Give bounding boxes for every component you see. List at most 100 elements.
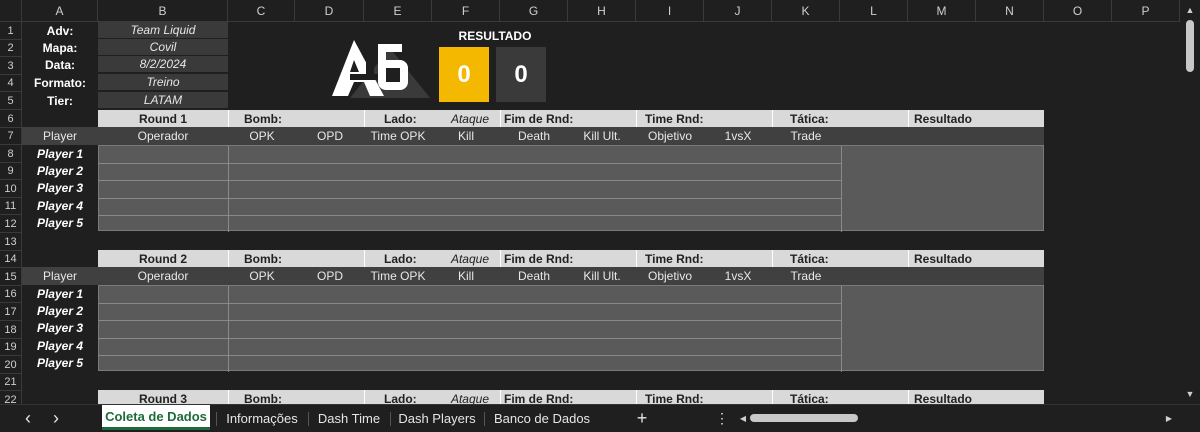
row-header-4[interactable]: 4	[0, 75, 22, 92]
row-line	[99, 303, 841, 304]
info-value-tier[interactable]: LATAM	[98, 92, 228, 109]
round-data-block[interactable]	[98, 145, 1044, 232]
column-header-m[interactable]: M	[908, 0, 976, 22]
vertical-scroll-thumb[interactable]	[1186, 20, 1194, 72]
more-tabs-icon[interactable]: ⋮	[712, 405, 732, 432]
add-sheet-button[interactable]: +	[630, 405, 654, 432]
round-data-block[interactable]	[98, 285, 1044, 372]
tab-dash-players[interactable]: Dash Players	[394, 405, 480, 432]
scroll-right-icon[interactable]: ▶	[1164, 413, 1174, 423]
tab-banco-de-dados[interactable]: Banco de Dados	[488, 405, 596, 432]
info-value-data[interactable]: 8/2/2024	[98, 56, 228, 73]
row-header-5[interactable]: 5	[0, 92, 22, 110]
tab-divider	[216, 412, 217, 426]
info-value-formato[interactable]: Treino	[98, 74, 228, 91]
scroll-down-icon[interactable]: ▼	[1185, 388, 1195, 400]
scroll-up-icon[interactable]: ▲	[1185, 4, 1195, 16]
score-left[interactable]: 0	[439, 47, 489, 102]
column-label-kill: Kill	[457, 129, 474, 143]
column-header-h[interactable]: H	[568, 0, 636, 22]
column-header-g[interactable]: G	[500, 0, 568, 22]
row-header-18[interactable]: 18	[0, 321, 22, 339]
row-header-1[interactable]: 1	[0, 22, 22, 40]
row-header-19[interactable]: 19	[0, 339, 22, 356]
header-divider	[908, 250, 909, 268]
column-label-kill-ult-: Kill Ult.	[583, 129, 621, 143]
info-label-formato: Formato:	[34, 75, 86, 90]
info-label-tier: Tier:	[47, 93, 73, 108]
tab-next-icon[interactable]: ›	[46, 405, 66, 432]
column-header-l[interactable]: L	[840, 0, 908, 22]
tab-coleta-de-dados[interactable]: Coleta de Dados	[102, 405, 210, 430]
r6-logo	[330, 38, 440, 100]
column-header-a[interactable]: A	[22, 0, 98, 22]
fim-de-rnd-label: Fim de Rnd:	[504, 252, 574, 266]
row-header-15[interactable]: 15	[0, 268, 22, 286]
column-label-trade: Trade	[790, 269, 822, 283]
column-label-player: Player	[42, 129, 77, 143]
tatica-label: Tática:	[790, 112, 829, 126]
tab-divider	[390, 412, 391, 426]
column-header-f[interactable]: F	[432, 0, 500, 22]
tab-dash-time[interactable]: Dash Time	[312, 405, 386, 432]
resultado-label: Resultado	[914, 112, 973, 126]
lado-label: Lado:	[384, 252, 417, 266]
column-header-e[interactable]: E	[364, 0, 432, 22]
row-header-21[interactable]: 21	[0, 374, 22, 391]
column-label-objetivo: Objetivo	[647, 129, 693, 143]
row-header-2[interactable]: 2	[0, 40, 22, 57]
header-divider	[908, 110, 909, 128]
lado-value[interactable]: Ataque	[440, 110, 500, 128]
row-line	[99, 215, 841, 216]
row-header-20[interactable]: 20	[0, 356, 22, 374]
scroll-left-icon[interactable]: ◀	[738, 413, 748, 423]
column-header-o[interactable]: O	[1044, 0, 1112, 22]
header-divider	[228, 250, 229, 268]
header-divider	[636, 110, 637, 128]
row-header-9[interactable]: 9	[0, 163, 22, 180]
horizontal-scrollbar[interactable]: ◀ ▶	[738, 411, 1178, 425]
column-header-c[interactable]: C	[228, 0, 295, 22]
info-value-adv[interactable]: Team Liquid	[98, 22, 228, 39]
info-value-mapa[interactable]: Covil	[98, 39, 228, 56]
time-rnd-label: Time Rnd:	[645, 252, 704, 266]
header-divider	[364, 110, 365, 128]
row-header-13[interactable]: 13	[0, 233, 22, 251]
column-header-k[interactable]: K	[772, 0, 840, 22]
info-label-mapa: Mapa:	[42, 40, 78, 55]
vertical-scrollbar[interactable]: ▲ ▼	[1180, 0, 1200, 404]
column-header-i[interactable]: I	[636, 0, 704, 22]
row-header-11[interactable]: 11	[0, 198, 22, 215]
column-header-b[interactable]: B	[98, 0, 228, 22]
column-label-trade: Trade	[790, 129, 822, 143]
row-header-17[interactable]: 17	[0, 303, 22, 321]
row-header-3[interactable]: 3	[0, 57, 22, 75]
row-header-16[interactable]: 16	[0, 286, 22, 303]
column-label-opk: OPK	[249, 269, 275, 283]
row-header-8[interactable]: 8	[0, 145, 22, 163]
header-divider	[500, 110, 501, 128]
row-header-12[interactable]: 12	[0, 215, 22, 233]
column-label-opk: OPK	[249, 129, 275, 143]
tab-informacoes[interactable]: Informações	[220, 405, 304, 432]
column-header-d[interactable]: D	[295, 0, 364, 22]
tab-prev-icon[interactable]: ‹	[18, 405, 38, 432]
bomb-label: Bomb:	[244, 112, 282, 126]
header-divider	[364, 250, 365, 268]
lado-value[interactable]: Ataque	[440, 250, 500, 268]
select-all-corner[interactable]	[0, 0, 22, 22]
player-label: Player 4	[36, 198, 84, 213]
row-header-6[interactable]: 6	[0, 110, 22, 128]
row-header-7[interactable]: 7	[0, 128, 22, 145]
info-label-adv: Adv:	[46, 23, 74, 38]
fim-de-rnd-label: Fim de Rnd:	[504, 112, 574, 126]
column-header-p[interactable]: P	[1112, 0, 1180, 22]
row-header-14[interactable]: 14	[0, 251, 22, 268]
score-right[interactable]: 0	[496, 47, 546, 102]
column-header-j[interactable]: J	[704, 0, 772, 22]
horizontal-scroll-thumb[interactable]	[750, 414, 858, 422]
column-header-n[interactable]: N	[976, 0, 1044, 22]
column-label-death: Death	[517, 269, 551, 283]
row-header-10[interactable]: 10	[0, 180, 22, 198]
header-divider	[636, 250, 637, 268]
